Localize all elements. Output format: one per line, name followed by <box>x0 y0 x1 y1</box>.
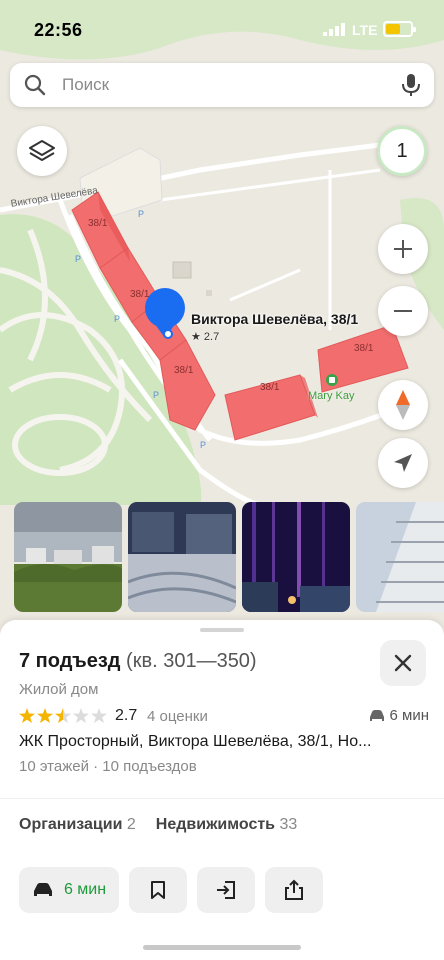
status-time: 22:56 <box>34 20 83 40</box>
search-input[interactable]: Поиск <box>62 75 109 95</box>
search-bar[interactable]: Поиск <box>10 63 434 107</box>
place-card[interactable]: 7 подъезд (кв. 301—350) Жилой дом 2.7 4 … <box>0 620 444 960</box>
building-number: 38/1 <box>88 218 108 229</box>
building-number: 38/1 <box>354 343 374 354</box>
place-title: 7 подъезд (кв. 301—350) <box>19 650 257 673</box>
address[interactable]: ЖК Просторный, Виктора Шевелёва, 38/1, Н… <box>19 733 371 751</box>
building-info: 10 этажей · 10 подъездов <box>19 758 197 775</box>
photo-thumbnail[interactable] <box>356 502 444 612</box>
tab-real-estate-count: 33 <box>279 816 298 833</box>
close-icon <box>394 654 412 672</box>
zoom-out-button[interactable] <box>378 286 428 336</box>
apartment-range: (кв. 301—350) <box>126 650 257 672</box>
rating-value: 2.7 <box>115 707 138 724</box>
plus-icon <box>394 240 412 258</box>
route-time: 6 мин <box>63 881 107 898</box>
network-type: LTE <box>352 22 378 38</box>
pin-rating: ★ 2.7 <box>191 331 220 343</box>
map-view[interactable]: P P P P P Виктора Шевелёва 38/1 38/1 38/… <box>0 0 444 640</box>
battery-icon <box>383 21 416 37</box>
share-icon <box>285 879 303 900</box>
info-tabs: Организации 2 Недвижимость 33 <box>19 816 297 834</box>
compass-button[interactable] <box>378 380 428 430</box>
microphone-icon[interactable] <box>400 73 422 97</box>
building-number: 38/1 <box>174 365 194 376</box>
tab-real-estate-label: Недвижимость <box>155 816 276 833</box>
drive-time-value: 6 мин <box>389 707 430 724</box>
signal-icon <box>323 23 345 36</box>
navigation-arrow-icon <box>394 454 412 472</box>
zoom-in-button[interactable] <box>378 224 428 274</box>
compass-icon <box>396 390 410 420</box>
rating-row[interactable]: 2.7 4 оценки 6 мин <box>19 707 429 727</box>
car-icon <box>369 709 384 721</box>
bookmark-icon <box>151 881 165 899</box>
close-button[interactable] <box>380 640 426 686</box>
tab-real-estate[interactable]: Недвижимость 33 <box>156 816 297 834</box>
photo-gallery[interactable] <box>0 502 444 612</box>
car-icon <box>33 883 52 896</box>
minus-icon <box>394 310 412 312</box>
counter-button[interactable]: 1 <box>377 126 427 176</box>
enter-icon <box>217 881 235 899</box>
my-location-button[interactable] <box>378 438 428 488</box>
action-bar: 6 мин <box>19 867 425 913</box>
tab-organizations-count: 2 <box>126 816 136 833</box>
tab-organizations-label: Организации <box>19 816 123 833</box>
layers-button[interactable] <box>17 126 67 176</box>
bookmark-button[interactable] <box>129 867 187 913</box>
layers-icon <box>29 140 55 161</box>
entrance-title: 7 подъезд <box>19 650 121 672</box>
svg-text:P: P <box>153 390 159 400</box>
place-category: Жилой дом <box>19 681 99 698</box>
drive-time: 6 мин <box>368 707 430 724</box>
search-icon <box>24 74 46 96</box>
status-bar: 22:56 LTE <box>0 0 444 60</box>
svg-text:P: P <box>114 314 120 324</box>
entrance-button[interactable] <box>197 867 255 913</box>
sheet-grabber[interactable] <box>200 628 244 632</box>
share-button[interactable] <box>265 867 323 913</box>
tab-organizations[interactable]: Организации 2 <box>19 816 136 834</box>
building-number: 38/1 <box>260 382 280 393</box>
svg-text:P: P <box>138 209 144 219</box>
pin-title[interactable]: Виктора Шевелёва, 38/1 <box>191 311 358 327</box>
photo-thumbnail[interactable] <box>14 502 122 612</box>
divider <box>0 798 444 799</box>
building-number: 38/1 <box>130 289 150 300</box>
photo-thumbnail[interactable] <box>128 502 236 612</box>
rating-count[interactable]: 4 оценки <box>147 708 208 725</box>
svg-text:P: P <box>200 440 206 450</box>
rating-stars-icon <box>19 708 107 723</box>
route-button[interactable]: 6 мин <box>19 867 119 913</box>
svg-text:P: P <box>75 254 81 264</box>
poi-mary-kay[interactable]: Mary Kay <box>308 390 354 402</box>
home-indicator[interactable] <box>143 945 301 950</box>
photo-thumbnail[interactable] <box>242 502 350 612</box>
